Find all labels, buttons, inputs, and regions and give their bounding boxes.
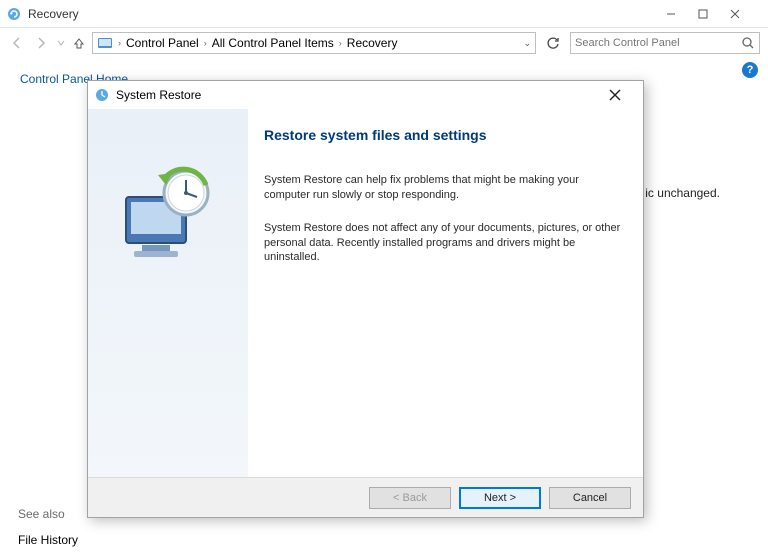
close-button[interactable] bbox=[730, 2, 762, 26]
window-title: Recovery bbox=[28, 7, 666, 21]
navigation-bar: › Control Panel › All Control Panel Item… bbox=[0, 28, 768, 58]
dialog-content: Restore system files and settings System… bbox=[248, 109, 643, 477]
background-text-fragment: ic unchanged. bbox=[645, 186, 720, 200]
dialog-close-button[interactable] bbox=[609, 84, 637, 106]
dialog-heading: Restore system files and settings bbox=[264, 127, 621, 143]
chevron-right-icon: › bbox=[339, 38, 342, 48]
dialog-paragraph-2: System Restore does not affect any of yo… bbox=[264, 221, 621, 266]
refresh-button[interactable] bbox=[542, 32, 564, 54]
back-button: < Back bbox=[369, 487, 451, 509]
help-icon[interactable]: ? bbox=[742, 62, 758, 78]
window-titlebar: Recovery bbox=[0, 0, 768, 28]
chevron-right-icon: › bbox=[204, 38, 207, 48]
breadcrumb[interactable]: › Control Panel › All Control Panel Item… bbox=[92, 32, 536, 54]
search-icon[interactable] bbox=[741, 36, 755, 50]
see-also-section: See also File History bbox=[18, 507, 78, 547]
control-panel-icon bbox=[97, 35, 113, 51]
restore-graphic-icon bbox=[108, 159, 228, 269]
system-restore-dialog: System Restore bbox=[87, 80, 644, 518]
search-input[interactable] bbox=[575, 37, 741, 49]
breadcrumb-item-control-panel[interactable]: Control Panel bbox=[124, 36, 201, 50]
breadcrumb-item-all-items[interactable]: All Control Panel Items bbox=[210, 36, 336, 50]
search-input-container[interactable] bbox=[570, 32, 760, 54]
dialog-paragraph-1: System Restore can help fix problems tha… bbox=[264, 173, 621, 203]
recovery-icon bbox=[6, 6, 22, 22]
system-restore-icon bbox=[94, 87, 110, 103]
dialog-titlebar: System Restore bbox=[88, 81, 643, 109]
dialog-banner bbox=[88, 109, 248, 477]
cancel-button[interactable]: Cancel bbox=[549, 487, 631, 509]
dialog-footer: < Back Next > Cancel bbox=[88, 477, 643, 517]
recent-locations-dropdown[interactable] bbox=[56, 34, 66, 52]
up-button[interactable] bbox=[72, 36, 86, 50]
back-button[interactable] bbox=[8, 34, 26, 52]
breadcrumb-dropdown-icon[interactable]: ⌄ bbox=[523, 38, 531, 49]
dialog-title: System Restore bbox=[116, 88, 609, 102]
see-also-label: See also bbox=[18, 507, 78, 521]
minimize-button[interactable] bbox=[666, 2, 698, 26]
file-history-link[interactable]: File History bbox=[18, 533, 78, 547]
forward-button[interactable] bbox=[32, 34, 50, 52]
chevron-right-icon: › bbox=[118, 38, 121, 48]
breadcrumb-item-recovery[interactable]: Recovery bbox=[345, 36, 400, 50]
maximize-button[interactable] bbox=[698, 2, 730, 26]
next-button[interactable]: Next > bbox=[459, 487, 541, 509]
